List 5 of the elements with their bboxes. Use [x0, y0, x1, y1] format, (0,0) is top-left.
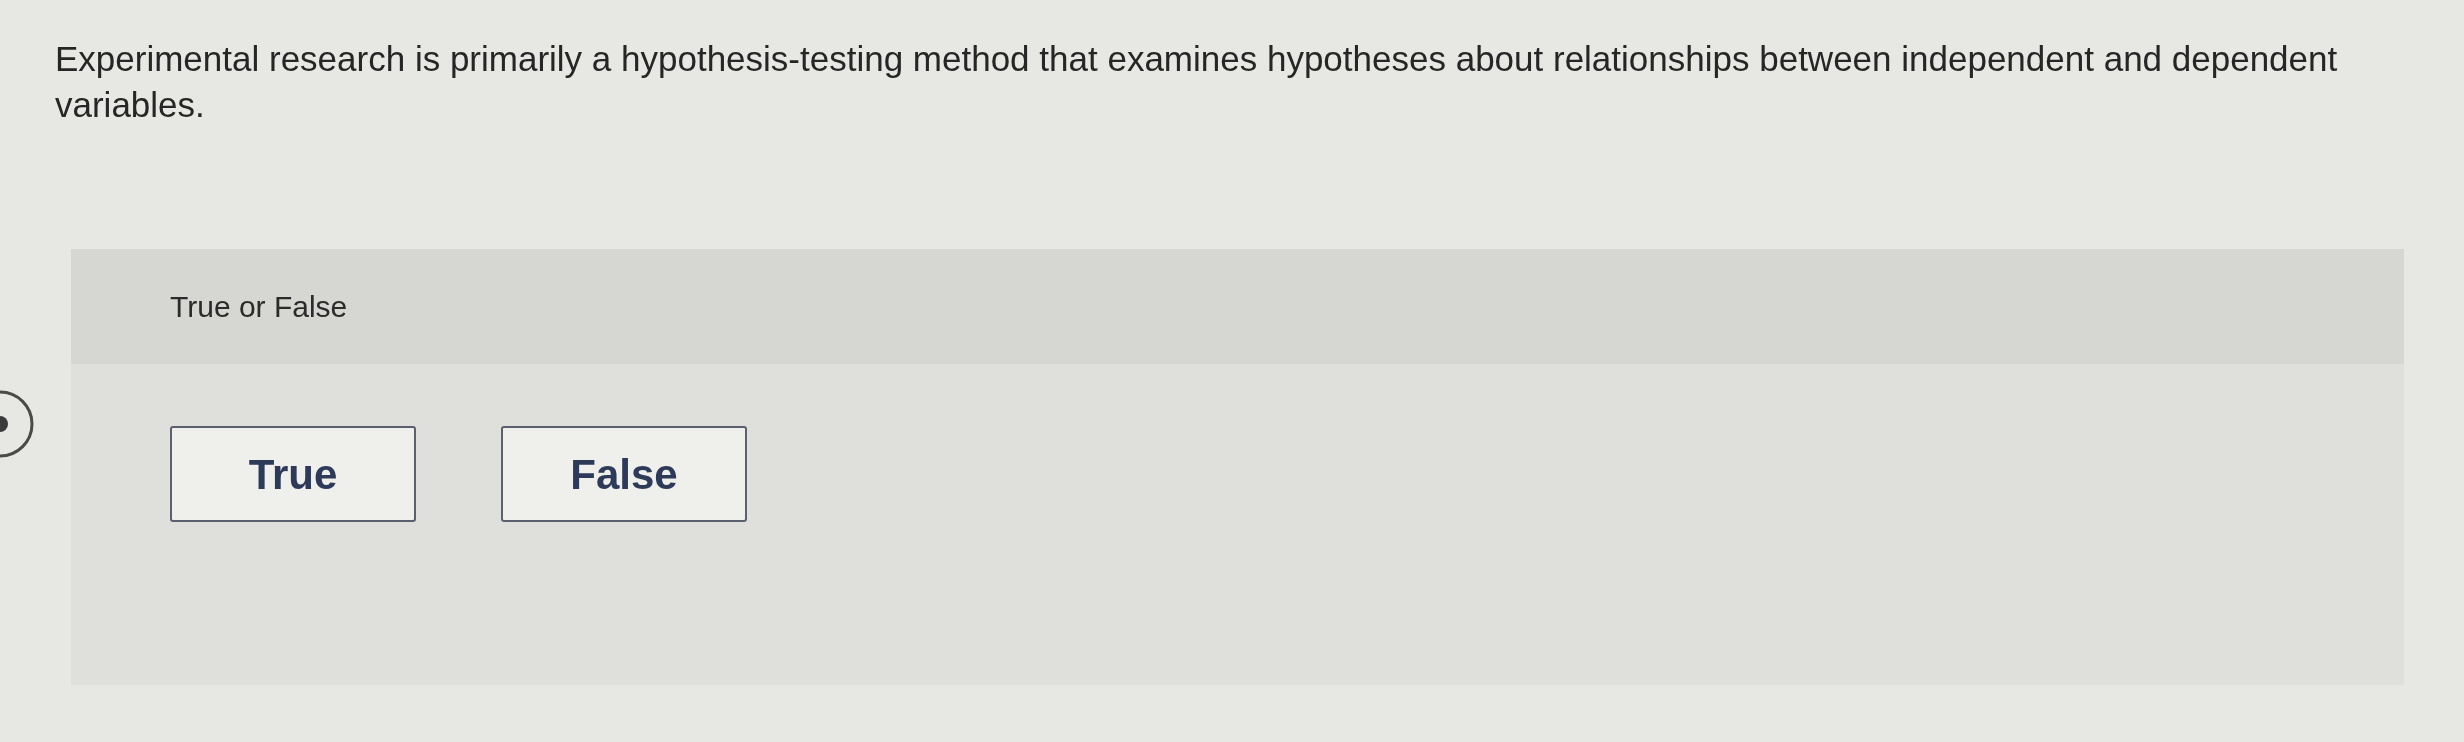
answer-option-button[interactable]: True	[170, 426, 416, 522]
circle-icon	[0, 390, 36, 458]
prompt-label: True or False	[170, 289, 348, 325]
answer-option-button[interactable]: False	[501, 426, 747, 522]
question-text: Experimental research is primarily a hypothesis-testing method that examines hypotheses about relationships between independent and dependent variables.	[55, 38, 2339, 126]
